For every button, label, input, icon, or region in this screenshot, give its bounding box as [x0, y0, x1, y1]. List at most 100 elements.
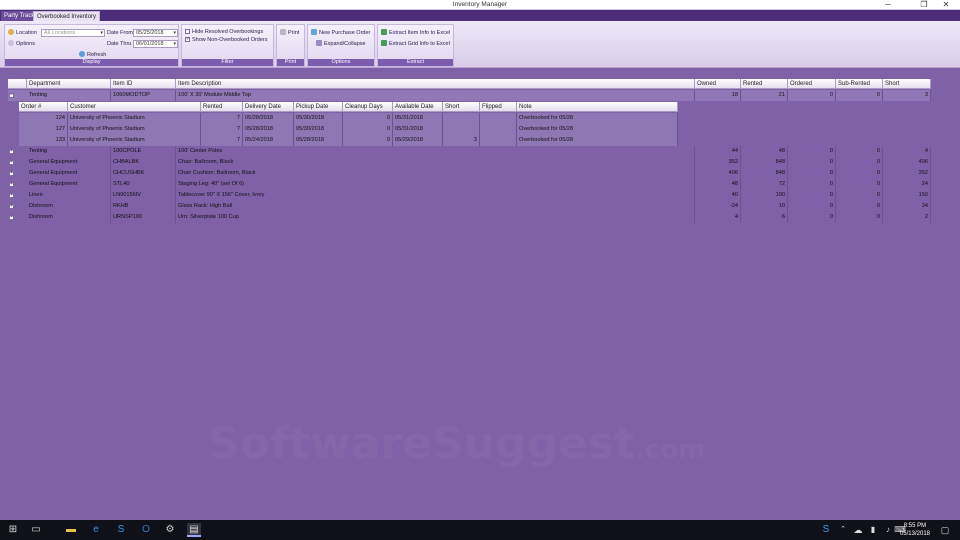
cell-cleanup-days: 0 — [343, 113, 393, 124]
expand-icon[interactable]: + — [9, 204, 14, 209]
location-option[interactable]: Location — [8, 29, 37, 36]
column-header-flipped[interactable]: Flipped — [480, 102, 517, 112]
excel-icon — [381, 40, 387, 46]
hide-resolved-checkbox[interactable]: Hide Resolved Overbookings — [185, 29, 263, 35]
cell-description: 100' Center Poles — [176, 146, 695, 157]
new-document-icon — [311, 29, 317, 35]
cell-available-date: 05/31/2018 — [393, 124, 443, 135]
column-header-note[interactable]: Note — [517, 102, 678, 112]
cell-item-id: CHBALBK — [111, 157, 176, 168]
expand-icon[interactable]: + — [9, 171, 14, 176]
inventory-manager-app-icon[interactable]: ▤ — [187, 523, 201, 537]
date-thru-label: Date Thru — [107, 41, 132, 47]
extract-group: Extract Item Info to Excel Extract Grid … — [377, 24, 454, 67]
skype-icon[interactable]: S — [114, 523, 128, 537]
table-row[interactable]: + General Equipment STL40 Staging Leg: 4… — [8, 179, 931, 190]
extract-item-info-button[interactable]: Extract Item Info to Excel — [381, 29, 450, 36]
cell-ordered: 0 — [788, 146, 836, 157]
options-option[interactable]: Options — [8, 40, 35, 47]
chevron-up-icon[interactable]: ⌃ — [836, 523, 850, 537]
order-row[interactable]: 127 University of Phoenix Stadium 7 05/2… — [19, 124, 678, 135]
cell-department: Dishroom — [27, 212, 111, 223]
column-header-rented[interactable]: Rented — [201, 102, 243, 112]
column-header-cleanup-days[interactable]: Cleanup Days — [343, 102, 393, 112]
task-view-icon[interactable]: ▭ — [29, 523, 43, 537]
show-non-overbooked-checkbox[interactable]: Show Non-Overbooked Orders — [185, 36, 268, 43]
file-explorer-icon[interactable]: ▬ — [64, 523, 78, 537]
cell-description: 100' X 30' Module Middle Top — [176, 90, 695, 101]
outlook-icon[interactable]: O — [139, 523, 153, 537]
minimize-icon[interactable]: ─ — [874, 0, 902, 10]
cell-short: 496 — [883, 157, 931, 168]
location-select[interactable]: All Locations ▾ — [41, 29, 105, 37]
notifications-icon[interactable]: ▢ — [938, 523, 952, 537]
cell-sub-rented: 0 — [836, 157, 883, 168]
edge-browser-icon[interactable]: e — [89, 523, 103, 537]
column-header-item-description[interactable]: Item Description — [176, 79, 695, 89]
column-header-ordered[interactable]: Ordered — [788, 79, 836, 89]
new-purchase-order-button[interactable]: New Purchase Order — [311, 29, 370, 36]
column-header-sub-rented[interactable]: Sub-Rented — [836, 79, 883, 89]
cell-description: Glass Rack: High Ball — [176, 201, 695, 212]
expand-icon[interactable]: + — [9, 149, 14, 154]
network-icon[interactable]: ▮ — [866, 523, 880, 537]
cell-description: Staging Leg: 40" (set Of 6) — [176, 179, 695, 190]
table-row[interactable]: − Tenting 1060MODTOP 100' X 30' Module M… — [8, 90, 931, 101]
column-header-delivery-date[interactable]: Delivery Date — [243, 102, 294, 112]
cell-delivery-date: 05/24/2018 — [243, 135, 294, 146]
skype-tray-icon[interactable]: S — [819, 523, 833, 537]
cell-sub-rented: 0 — [836, 201, 883, 212]
cell-flipped — [480, 124, 517, 135]
table-row[interactable]: + Linen LN90156IV Tablecover 90" X 156" … — [8, 190, 931, 201]
table-row[interactable]: + Tenting 100CPOLE 100' Center Poles 44 … — [8, 146, 931, 157]
chevron-down-icon: ▾ — [173, 30, 176, 36]
column-header-available-date[interactable]: Available Date — [393, 102, 443, 112]
tab-party-track[interactable]: Party Track — [1, 11, 38, 21]
column-header-pickup-date[interactable]: Pickup Date — [294, 102, 343, 112]
collapse-icon[interactable]: − — [9, 93, 14, 98]
column-header-rented[interactable]: Rented — [741, 79, 788, 89]
windows-start-icon[interactable]: ⊞ — [6, 523, 20, 537]
cell-ordered: 0 — [788, 168, 836, 179]
column-header-department[interactable]: Department — [27, 79, 111, 89]
extract-grid-info-button[interactable]: Extract Grid Info to Excel — [381, 40, 450, 47]
cell-ordered: 0 — [788, 90, 836, 101]
column-header-customer[interactable]: Customer — [68, 102, 201, 112]
refresh-button[interactable]: Refresh — [79, 51, 106, 58]
cell-flipped — [480, 135, 517, 146]
column-header-order-number[interactable]: Order # — [19, 102, 68, 112]
cell-sub-rented: 0 — [836, 168, 883, 179]
settings-app-icon[interactable]: ⚙ — [163, 523, 177, 537]
order-row[interactable]: 124 University of Phoenix Stadium 7 05/2… — [19, 113, 678, 124]
expand-collapse-button[interactable]: Expand/Collapse — [316, 40, 366, 47]
cloud-icon[interactable]: ☁ — [851, 523, 865, 537]
table-row[interactable]: + Dishroom RKHB Glass Rack: High Ball -2… — [8, 201, 931, 212]
table-row[interactable]: + Dishroom URNSP100 Urn: Silverplate 100… — [8, 212, 931, 223]
date-thru-field[interactable]: 06/01/2018 ▾ — [133, 40, 178, 48]
date-from-field[interactable]: 05/25/2018 ▾ — [133, 29, 178, 37]
cell-department: General Equipment — [27, 168, 111, 179]
cell-item-id: STL40 — [111, 179, 176, 190]
tab-overbooked-inventory[interactable]: Overbooked Inventory — [33, 11, 101, 21]
order-row[interactable]: 133 University of Phoenix Stadium 7 05/2… — [19, 135, 678, 146]
print-button[interactable]: Print — [280, 29, 299, 36]
table-row[interactable]: + General Equipment CHBALBK Chair: Ballr… — [8, 157, 931, 168]
display-group-title: Display — [5, 59, 178, 66]
column-header-short[interactable]: Short — [443, 102, 480, 112]
expand-icon[interactable]: + — [9, 193, 14, 198]
column-header-item-id[interactable]: Item ID — [111, 79, 176, 89]
column-header-short[interactable]: Short — [883, 79, 931, 89]
close-icon[interactable]: ✕ — [932, 0, 960, 10]
cell-short: 150 — [883, 190, 931, 201]
extract-group-title: Extract — [378, 59, 453, 66]
column-header-owned[interactable]: Owned — [695, 79, 741, 89]
cell-order-number: 133 — [19, 135, 68, 146]
print-group: Print Print — [276, 24, 305, 67]
system-clock[interactable]: 8:55 PM 05/13/2018 — [900, 522, 930, 538]
expand-icon[interactable]: + — [9, 215, 14, 220]
table-row[interactable]: + General Equipment CHCUSHBK Chair Cushi… — [8, 168, 931, 179]
expand-icon[interactable]: + — [9, 160, 14, 165]
tab-bar: Party Track Overbooked Inventory — [0, 10, 960, 21]
excel-icon — [381, 29, 387, 35]
expand-icon[interactable]: + — [9, 182, 14, 187]
